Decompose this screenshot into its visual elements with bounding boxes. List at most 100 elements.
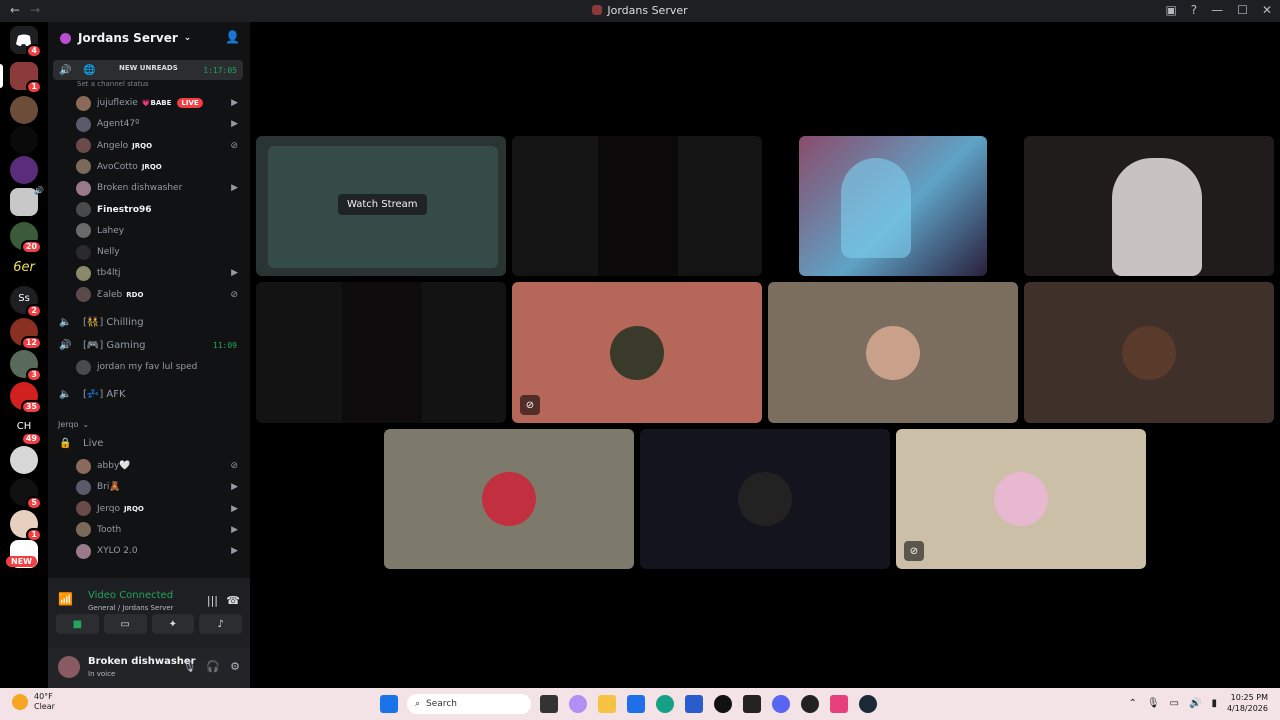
- app-icon[interactable]: [685, 695, 703, 713]
- channel-status-placeholder[interactable]: Set a channel status: [77, 80, 149, 88]
- guild-icon[interactable]: 12: [10, 318, 42, 350]
- voice-user[interactable]: Ƹaleb RDO ⊘: [76, 285, 242, 305]
- voice-user[interactable]: Agent47º ▶: [76, 114, 242, 134]
- disconnect-icon[interactable]: ☎: [226, 594, 240, 607]
- participant-tile[interactable]: [768, 282, 1018, 423]
- participant-tile[interactable]: [640, 429, 890, 569]
- camera-button[interactable]: ■: [56, 614, 99, 634]
- soundboard-button[interactable]: ♪: [199, 614, 242, 634]
- voice-user[interactable]: jujuflexie 💗BABE LIVE ▶: [76, 93, 242, 113]
- guild-ss[interactable]: Ss 2: [10, 286, 42, 318]
- voice-user[interactable]: Angelo JRQO ⊘: [76, 136, 242, 156]
- video-tile[interactable]: [1024, 136, 1274, 276]
- chevron-up-icon[interactable]: ⌃: [1128, 698, 1136, 709]
- guild-icon[interactable]: 🔊: [10, 186, 44, 216]
- voice-user[interactable]: AvoCotto JRQO: [76, 157, 242, 177]
- taskbar-search[interactable]: ⌕ Search: [407, 694, 531, 714]
- weather-widget[interactable]: 40°F Clear: [12, 692, 55, 712]
- voice-user[interactable]: tb4ltj ▶: [76, 263, 242, 283]
- video-tile[interactable]: [256, 282, 506, 423]
- inbox-icon[interactable]: ▣: [1165, 3, 1176, 17]
- voice-channel-chilling[interactable]: 🔈 [👯] Chilling: [53, 312, 243, 332]
- guild-icon[interactable]: [10, 96, 38, 124]
- maximize-icon[interactable]: ☐: [1237, 3, 1248, 17]
- guild-icon[interactable]: 5: [10, 478, 42, 510]
- new-guilds-pill[interactable]: NEW: [6, 556, 37, 567]
- voice-channel-general[interactable]: 🔊 🌐 NEW UNREADS 1:17:05: [53, 60, 243, 80]
- voice-action-buttons: ■ ▭ ✦ ♪: [56, 614, 242, 636]
- voice-channel-live[interactable]: 🔒 Live: [53, 433, 243, 453]
- video-tile[interactable]: [512, 136, 762, 276]
- windows-taskbar: 40°F Clear ⌕ Search ⌃ 🎙 ▭ 🔊 ▮ 10:25 PM 4/18…: [0, 688, 1280, 720]
- led-app-icon[interactable]: [743, 695, 761, 713]
- guild-icon[interactable]: [10, 156, 38, 184]
- category-jerqo[interactable]: Jerqo ⌄: [58, 420, 260, 429]
- close-icon[interactable]: ✕: [1262, 3, 1272, 17]
- guild-6er[interactable]: 6er: [10, 254, 38, 282]
- voice-user[interactable]: Bri🧸 ▶: [76, 477, 242, 497]
- voice-channel-afk[interactable]: 🔈 [💤] AFK: [53, 384, 243, 404]
- participant-tile[interactable]: [384, 429, 634, 569]
- participant-tile[interactable]: ⊘: [896, 429, 1146, 569]
- discord-icon[interactable]: [772, 695, 790, 713]
- guild-icon[interactable]: 35: [10, 382, 42, 414]
- voice-user[interactable]: Nelly: [76, 242, 242, 262]
- task-view-icon[interactable]: [540, 695, 558, 713]
- guild-icon[interactable]: 1: [10, 510, 42, 542]
- guild-icon[interactable]: 20: [10, 222, 42, 254]
- channel-name: [🎮] Gaming: [83, 339, 146, 351]
- signal-icon[interactable]: 📶: [58, 592, 73, 606]
- volume-icon[interactable]: 🔊: [1189, 698, 1201, 709]
- voice-location[interactable]: General / Jordans Server: [88, 604, 174, 612]
- noise-suppression-icon[interactable]: |||: [207, 594, 218, 607]
- minimize-icon[interactable]: —: [1211, 3, 1223, 17]
- voice-user[interactable]: XYLO 2.0 ▶: [76, 541, 242, 561]
- screen-share-button[interactable]: ▭: [103, 614, 147, 634]
- store-icon[interactable]: [627, 695, 645, 713]
- user-name[interactable]: Broken dishwasher: [88, 656, 196, 667]
- copilot-icon[interactable]: [569, 695, 587, 713]
- activities-button[interactable]: ✦: [151, 614, 195, 634]
- voice-status-text[interactable]: Video Connected: [88, 590, 173, 601]
- voice-user[interactable]: Finestro96: [76, 200, 242, 220]
- headphones-icon[interactable]: 🎧: [206, 660, 220, 673]
- edge-icon[interactable]: [656, 695, 674, 713]
- voice-user[interactable]: Lahey: [76, 221, 242, 241]
- watch-stream-button[interactable]: Watch Stream: [338, 194, 427, 215]
- obs-icon[interactable]: [801, 695, 819, 713]
- guild-ch[interactable]: CH 49: [10, 414, 42, 446]
- add-member-icon[interactable]: 👤: [225, 30, 240, 44]
- battery-icon[interactable]: ▮: [1211, 698, 1217, 709]
- guild-jordans-server[interactable]: 1: [10, 62, 42, 94]
- voice-user[interactable]: Tooth ▶: [76, 520, 242, 540]
- app-icon[interactable]: [830, 695, 848, 713]
- participant-tile[interactable]: [1024, 282, 1274, 423]
- participant-tile[interactable]: ⊘: [512, 282, 762, 423]
- microphone-icon[interactable]: 🎙: [182, 660, 196, 673]
- guild-icon[interactable]: 3: [10, 350, 42, 382]
- microphone-icon[interactable]: 🎙: [1147, 698, 1160, 709]
- guild-icon[interactable]: [10, 446, 38, 474]
- start-menu-icon[interactable]: [380, 695, 398, 713]
- guild-icon[interactable]: [10, 126, 38, 154]
- stream-tile[interactable]: Watch Stream: [256, 136, 506, 276]
- voice-user[interactable]: jordan my fav lul sped: [76, 357, 242, 377]
- speaker-icon: 🔈: [59, 388, 72, 400]
- avatar[interactable]: [58, 656, 80, 678]
- settings-gear-icon[interactable]: ⚙: [230, 660, 240, 673]
- video-tile[interactable]: [799, 136, 987, 276]
- clock[interactable]: 10:25 PM 4/18/2026: [1227, 692, 1268, 714]
- help-icon[interactable]: ?: [1191, 3, 1197, 17]
- server-header[interactable]: Jordans Server ⌄ 👤: [48, 22, 250, 54]
- steam-icon[interactable]: [859, 695, 877, 713]
- avatar: [76, 479, 91, 495]
- voice-channel-gaming[interactable]: 🔊 [🎮] Gaming 11:09: [53, 335, 243, 355]
- alienware-icon[interactable]: [714, 695, 732, 713]
- voice-user[interactable]: Jerqo JRQO ▶: [76, 499, 242, 519]
- voice-user[interactable]: abby🤍 ⊘: [76, 456, 242, 476]
- discord-home-icon[interactable]: 4: [10, 26, 42, 58]
- file-explorer-icon[interactable]: [598, 695, 616, 713]
- new-unreads-pill[interactable]: NEW UNREADS: [113, 62, 184, 74]
- voice-user[interactable]: Broken dishwasher ▶: [76, 178, 242, 198]
- display-icon[interactable]: ▭: [1170, 698, 1179, 709]
